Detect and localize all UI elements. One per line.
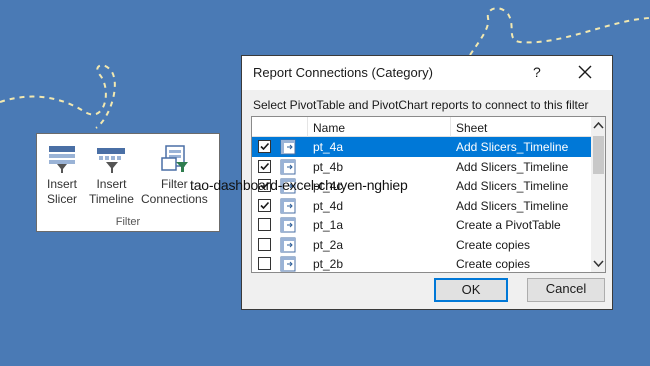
- insert-slicer-button[interactable]: Insert Slicer: [47, 144, 77, 207]
- scroll-down-icon[interactable]: [591, 255, 606, 272]
- row-checkbox[interactable]: [258, 159, 271, 173]
- column-header-name[interactable]: Name: [313, 121, 345, 135]
- dialog-titlebar: Report Connections (Category) ?: [242, 56, 612, 90]
- list-item[interactable]: pt_2a Create copies: [252, 235, 591, 255]
- dialog-title: Report Connections (Category): [253, 65, 433, 80]
- row-name: pt_2a: [313, 237, 344, 252]
- help-button[interactable]: ?: [533, 64, 541, 80]
- list-item[interactable]: pt_4d Add Slicers_Timeline: [252, 196, 591, 216]
- pivottable-icon: [280, 198, 296, 217]
- pivottable-icon: [280, 217, 296, 236]
- filter-connections-button[interactable]: Filter Connections: [141, 144, 208, 207]
- row-sheet: Create a PivotTable: [456, 218, 561, 232]
- row-sheet: Add Slicers_Timeline: [456, 159, 569, 174]
- list-header: Name Sheet: [252, 117, 591, 137]
- row-name: pt_1a: [313, 218, 344, 232]
- list-scrollbar[interactable]: [591, 117, 606, 272]
- scroll-thumb[interactable]: [593, 136, 604, 174]
- pivottable-icon: [280, 139, 296, 158]
- row-checkbox[interactable]: [258, 257, 271, 270]
- row-checkbox[interactable]: [258, 218, 271, 231]
- column-header-sheet[interactable]: Sheet: [456, 121, 487, 135]
- row-name: pt_4b: [313, 159, 344, 174]
- check-icon: [260, 162, 270, 170]
- scroll-up-icon[interactable]: [591, 117, 606, 134]
- pivot-report-list[interactable]: Name Sheet pt_4a Add Slicers_Timeline pt_4…: [251, 116, 606, 273]
- cancel-button[interactable]: Cancel: [527, 278, 605, 302]
- pivottable-icon: [280, 256, 296, 272]
- row-checkbox[interactable]: [258, 198, 271, 212]
- row-sheet: Add Slicers_Timeline: [456, 140, 569, 154]
- row-sheet: Add Slicers_Timeline: [456, 198, 569, 213]
- row-sheet: Create copies: [456, 257, 531, 271]
- check-icon: [260, 142, 270, 151]
- row-checkbox[interactable]: [258, 140, 271, 153]
- ribbon-group-label: Filter: [115, 216, 141, 228]
- slicer-icon: [49, 146, 75, 173]
- list-item[interactable]: pt_1a Create a PivotTable: [252, 215, 591, 235]
- list-item[interactable]: pt_2b Create copies: [252, 254, 591, 272]
- watermark-caption: tao-dashboard-excel-chuyen-nghiep: [190, 177, 408, 193]
- filter-connections-icon: [161, 145, 189, 172]
- check-icon: [260, 201, 270, 209]
- timeline-icon: [97, 148, 126, 173]
- row-sheet: Add Slicers_Timeline: [456, 179, 569, 193]
- insert-timeline-button[interactable]: Insert Timeline: [89, 144, 134, 207]
- row-name: pt_4d: [313, 198, 344, 213]
- list-item[interactable]: pt_4b Add Slicers_Timeline: [252, 157, 591, 177]
- ok-button[interactable]: OK: [434, 278, 508, 302]
- list-item[interactable]: pt_4a Add Slicers_Timeline: [252, 137, 591, 157]
- row-name: pt_2b: [313, 257, 344, 271]
- close-icon[interactable]: [575, 62, 595, 82]
- row-name: pt_4a: [313, 140, 344, 154]
- pivottable-icon: [280, 237, 296, 256]
- row-checkbox[interactable]: [258, 237, 271, 251]
- dialog-instruction: Select PivotTable and PivotChart reports…: [253, 98, 589, 112]
- pivottable-icon: [280, 159, 296, 178]
- row-sheet: Create copies: [456, 237, 531, 252]
